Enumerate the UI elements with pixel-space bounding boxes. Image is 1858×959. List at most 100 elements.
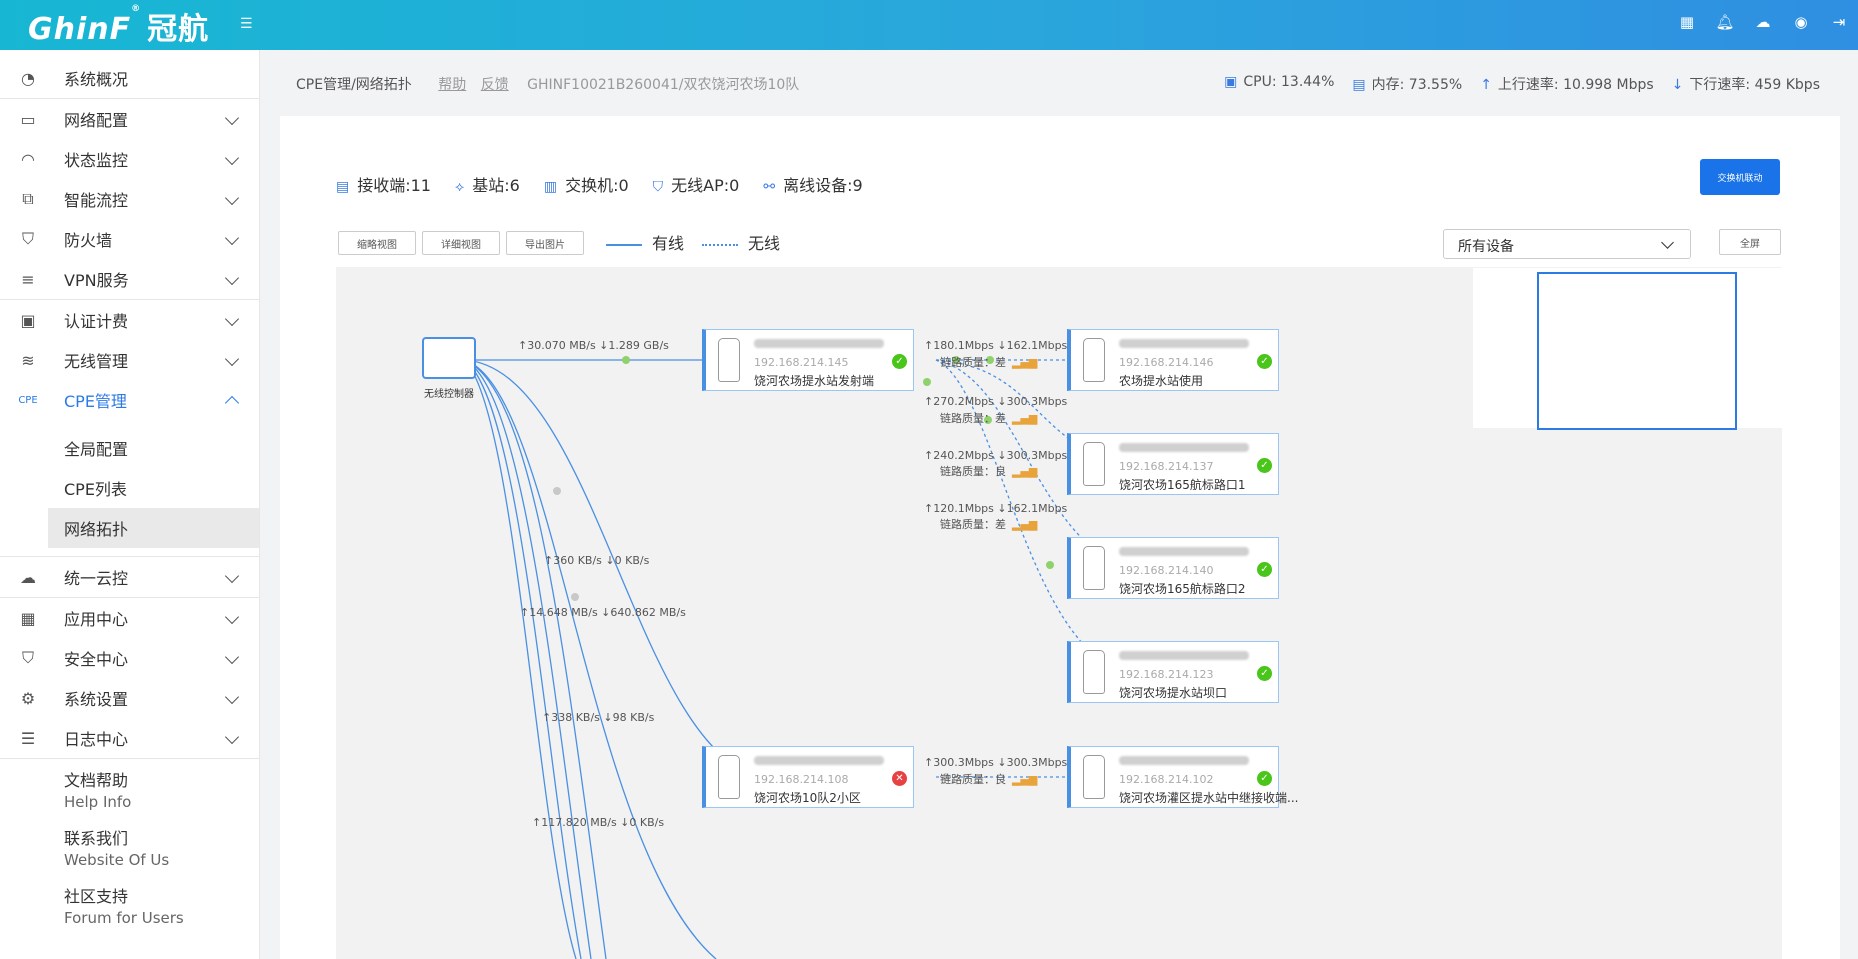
wired-link [463,359,717,959]
chevron-down-icon [224,689,240,705]
wireless-controller-node[interactable]: 无线控制器 [414,337,484,400]
link-rate-label: ↑300.3Mbps ↓300.3Mbps [924,756,1068,769]
sidebar-item-cpe[interactable]: CPE CPE管理 [0,380,259,420]
link-rate-label: ↑180.1Mbps ↓162.1Mbps [924,339,1068,352]
status-error-icon: ✕ [892,771,907,786]
sidebar-item-apps[interactable]: ▦ 应用中心 [0,598,259,638]
status-ok-icon: ✓ [1257,562,1272,577]
qrcode-icon[interactable]: ▦ [1678,13,1696,31]
chevron-down-icon [224,230,240,246]
cpe-node[interactable]: 192.168.214.146 农场提水站使用 ✓ [1067,329,1279,391]
status-ok-icon: ✓ [892,354,907,369]
chevron-down-icon [224,311,240,327]
controller-icon [422,337,476,379]
chevron-down-icon [224,609,240,625]
gear-icon: ⚙ [20,688,36,708]
cpe-node[interactable]: 192.168.214.102 饶河农场灌区提水站中继接收端... ✓ [1067,746,1298,808]
switch-link-button[interactable]: 交换机联动 [1700,159,1780,195]
detail-view-button[interactable]: 详细视图 [422,231,500,255]
topbar: CPE管理/网络拓扑 帮助 反馈 GHINF10021B260041/双农饶河农… [260,50,1858,116]
cpe-node[interactable]: 192.168.214.137 饶河农场165航标路口1 ✓ [1067,433,1279,495]
breadcrumb: CPE管理/网络拓扑 帮助 反馈 GHINF10021B260041/双农饶河农… [296,77,800,93]
link-rate-label: ↑338 KB/s ↓98 KB/s [542,711,655,724]
chevron-down-icon [224,649,240,665]
system-stats: ▣ CPU: 13.44% ▤ 内存: 73.55% ↑ 上行速率: 10.998 M… [1224,74,1820,93]
topology-minimap[interactable] [1473,268,1782,430]
auth-icon: ▣ [20,310,36,330]
chevron-down-icon [224,568,240,584]
link-rate-label: ↑360 KB/s ↓0 KB/s [544,554,650,567]
sidebar-item-security[interactable]: ⛉ 安全中心 [0,638,259,678]
chevron-down-icon [224,110,240,126]
link-legend: 有线 无线 [606,230,780,254]
cloud-icon: ☁ [20,567,36,587]
cpe-device-icon [1083,442,1105,486]
logout-icon[interactable]: ⇥ [1830,13,1848,31]
station-icon: ⟡ [455,179,465,195]
link-quality-label: 链路质量：良 ▂▄▆ [940,773,1038,786]
cpe-node[interactable]: 192.168.214.108 饶河农场10队2小区 ✕ [702,746,914,808]
receiver-icon: ▤ [336,179,350,195]
chevron-down-icon [224,351,240,367]
sidebar-item-cloud[interactable]: ☁ 统一云控 [0,557,259,597]
chevron-down-icon [1661,236,1674,249]
sidebar-item-vpn[interactable]: ≡ VPN服务 [0,259,259,299]
sidebar-item-flow[interactable]: ⧉ 智能流控 [0,179,259,219]
export-image-button[interactable]: 导出图片 [506,231,584,255]
shield-icon: ⛉ [21,229,34,248]
bell-icon[interactable]: 🔔︎ [1715,13,1734,31]
cpe-node[interactable]: 192.168.214.145 饶河农场提水站发射端 ✓ [702,329,914,391]
chevron-up-icon [224,395,240,411]
sidebar-item-network[interactable]: ▭ 网络配置 [0,99,259,139]
cpe-node[interactable]: 192.168.214.123 饶河农场提水站坝口 ✓ [1067,641,1279,703]
link-quality-label: 链路质量：良 ▂▄▆ [940,465,1038,478]
sliders-icon: ⧉ [22,189,34,208]
vpn-icon: ≡ [21,269,35,289]
thumbnail-view-button[interactable]: 缩略视图 [338,231,416,255]
contact-us-link[interactable]: 联系我们 Website Of Us [0,817,259,875]
download-arrow-icon: ↓ [1671,77,1684,93]
menu-toggle-icon[interactable]: ☰ [240,16,253,32]
link-rate-label: ↑14.648 MB/s ↓640.862 MB/s [520,606,686,619]
globe-icon[interactable]: ◉ [1792,13,1810,31]
link-rate-label: ↑120.1Mbps ↓162.1Mbps [924,502,1068,515]
status-ok-icon: ✓ [1257,354,1272,369]
sidebar-item-auth[interactable]: ▣ 认证计费 [0,300,259,340]
sidebar-item-monitor[interactable]: ◠ 状态监控 [0,139,259,179]
ap-icon: ⛉ [652,179,664,195]
sidebar-item-logs[interactable]: ☰ 日志中心 [0,718,259,758]
link-rate-label: ↑117.820 MB/s ↓0 KB/s [532,816,665,829]
link-rate-label: ↑240.2Mbps ↓300.3Mbps [924,449,1068,462]
help-docs-link[interactable]: 文档帮助 Help Info [0,759,259,817]
help-link[interactable]: 帮助 [438,77,466,93]
log-icon: ☰ [20,728,36,748]
shield-check-icon: ⛉ [21,648,34,667]
sidebar-subitem-global-config[interactable]: 全局配置 [0,428,259,468]
cpe-node[interactable]: 192.168.214.140 饶河农场165航标路口2 ✓ [1067,537,1279,599]
sidebar-subitem-topology[interactable]: 网络拓扑 [48,508,259,548]
sidebar-item-firewall[interactable]: ⛉ 防火墙 [0,219,259,259]
wired-link [463,359,592,959]
brand-logo[interactable]: GhinF®冠航 [28,4,209,48]
status-ok-icon: ✓ [1257,771,1272,786]
sidebar-item-settings[interactable]: ⚙ 系统设置 [0,678,259,718]
device-filter-select[interactable]: 所有设备 [1443,229,1691,259]
minimap-viewport[interactable] [1537,272,1737,430]
device-counts: ▤ 接收端:11 ⟡ 基站:6 ▥ 交换机:0 ⛉ 无线AP:0 ⚯ 离线设备:9 [336,176,863,195]
link-quality-label: 链路质量：差 ▂▄▆ [940,518,1038,531]
feedback-link[interactable]: 反馈 [481,77,509,93]
gauge-icon: ◠ [21,149,35,169]
upload-arrow-icon: ↑ [1480,77,1492,93]
sidebar-item-wireless[interactable]: ≋ 无线管理 [0,340,259,380]
apps-icon: ▦ [20,608,36,628]
device-name: GHINF10021B260041/双农饶河农场10队 [527,77,800,93]
community-link[interactable]: 社区支持 Forum for Users [0,875,259,933]
chevron-down-icon [224,150,240,166]
sidebar-subitem-cpe-list[interactable]: CPE列表 [0,468,259,508]
fullscreen-button[interactable]: 全屏 [1719,229,1781,255]
status-ok-icon: ✓ [1257,666,1272,681]
cpe-icon: CPE [18,394,38,406]
topology-panel: ▤ 接收端:11 ⟡ 基站:6 ▥ 交换机:0 ⛉ 无线AP:0 ⚯ 离线设备:9 交换机… [280,116,1840,959]
sidebar-item-overview[interactable]: ◔ 系统概况 [0,58,259,98]
cloud-icon[interactable]: ☁ [1754,13,1772,31]
